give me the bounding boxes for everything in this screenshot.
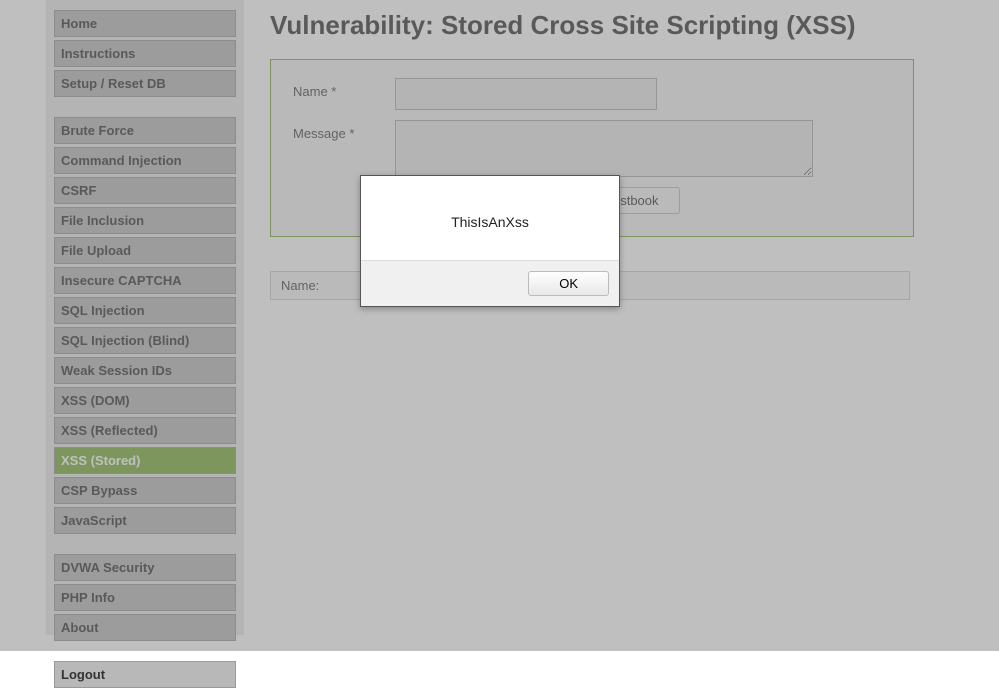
nav-home[interactable]: Home xyxy=(54,10,236,37)
message-label: Message * xyxy=(293,120,395,141)
nav-logout[interactable]: Logout xyxy=(54,661,236,688)
nav-xss-reflected[interactable]: XSS (Reflected) xyxy=(54,417,236,444)
name-input[interactable] xyxy=(395,78,657,110)
nav-xss-dom[interactable]: XSS (DOM) xyxy=(54,387,236,414)
nav-group-3: DVWA Security PHP Info About xyxy=(54,554,236,641)
nav-brute-force[interactable]: Brute Force xyxy=(54,117,236,144)
alert-ok-button[interactable]: OK xyxy=(528,271,609,296)
nav-command-injection[interactable]: Command Injection xyxy=(54,147,236,174)
nav-csrf[interactable]: CSRF xyxy=(54,177,236,204)
nav-file-upload[interactable]: File Upload xyxy=(54,237,236,264)
nav-about[interactable]: About xyxy=(54,614,236,641)
nav-php-info[interactable]: PHP Info xyxy=(54,584,236,611)
nav-dvwa-security[interactable]: DVWA Security xyxy=(54,554,236,581)
nav-instructions[interactable]: Instructions xyxy=(54,40,236,67)
nav-insecure-captcha[interactable]: Insecure CAPTCHA xyxy=(54,267,236,294)
entry-name-label: Name: xyxy=(281,278,319,293)
page-title: Vulnerability: Stored Cross Site Scripti… xyxy=(270,10,914,41)
alert-footer: OK xyxy=(361,260,619,306)
nav-setup[interactable]: Setup / Reset DB xyxy=(54,70,236,97)
nav-xss-stored[interactable]: XSS (Stored) xyxy=(54,447,236,474)
nav-file-inclusion[interactable]: File Inclusion xyxy=(54,207,236,234)
nav-weak-session-ids[interactable]: Weak Session IDs xyxy=(54,357,236,384)
nav-group-1: Home Instructions Setup / Reset DB xyxy=(54,10,236,97)
nav-csp-bypass[interactable]: CSP Bypass xyxy=(54,477,236,504)
alert-message: ThisIsAnXss xyxy=(361,176,619,260)
nav-group-2: Brute Force Command Injection CSRF File … xyxy=(54,117,236,534)
nav-group-4: Logout xyxy=(54,661,236,688)
message-textarea[interactable] xyxy=(395,120,813,177)
nav-sql-injection-blind[interactable]: SQL Injection (Blind) xyxy=(54,327,236,354)
nav-javascript[interactable]: JavaScript xyxy=(54,507,236,534)
nav-sql-injection[interactable]: SQL Injection xyxy=(54,297,236,324)
sidebar: Home Instructions Setup / Reset DB Brute… xyxy=(46,0,244,635)
name-label: Name * xyxy=(293,78,395,99)
alert-dialog: ThisIsAnXss OK xyxy=(360,175,620,307)
